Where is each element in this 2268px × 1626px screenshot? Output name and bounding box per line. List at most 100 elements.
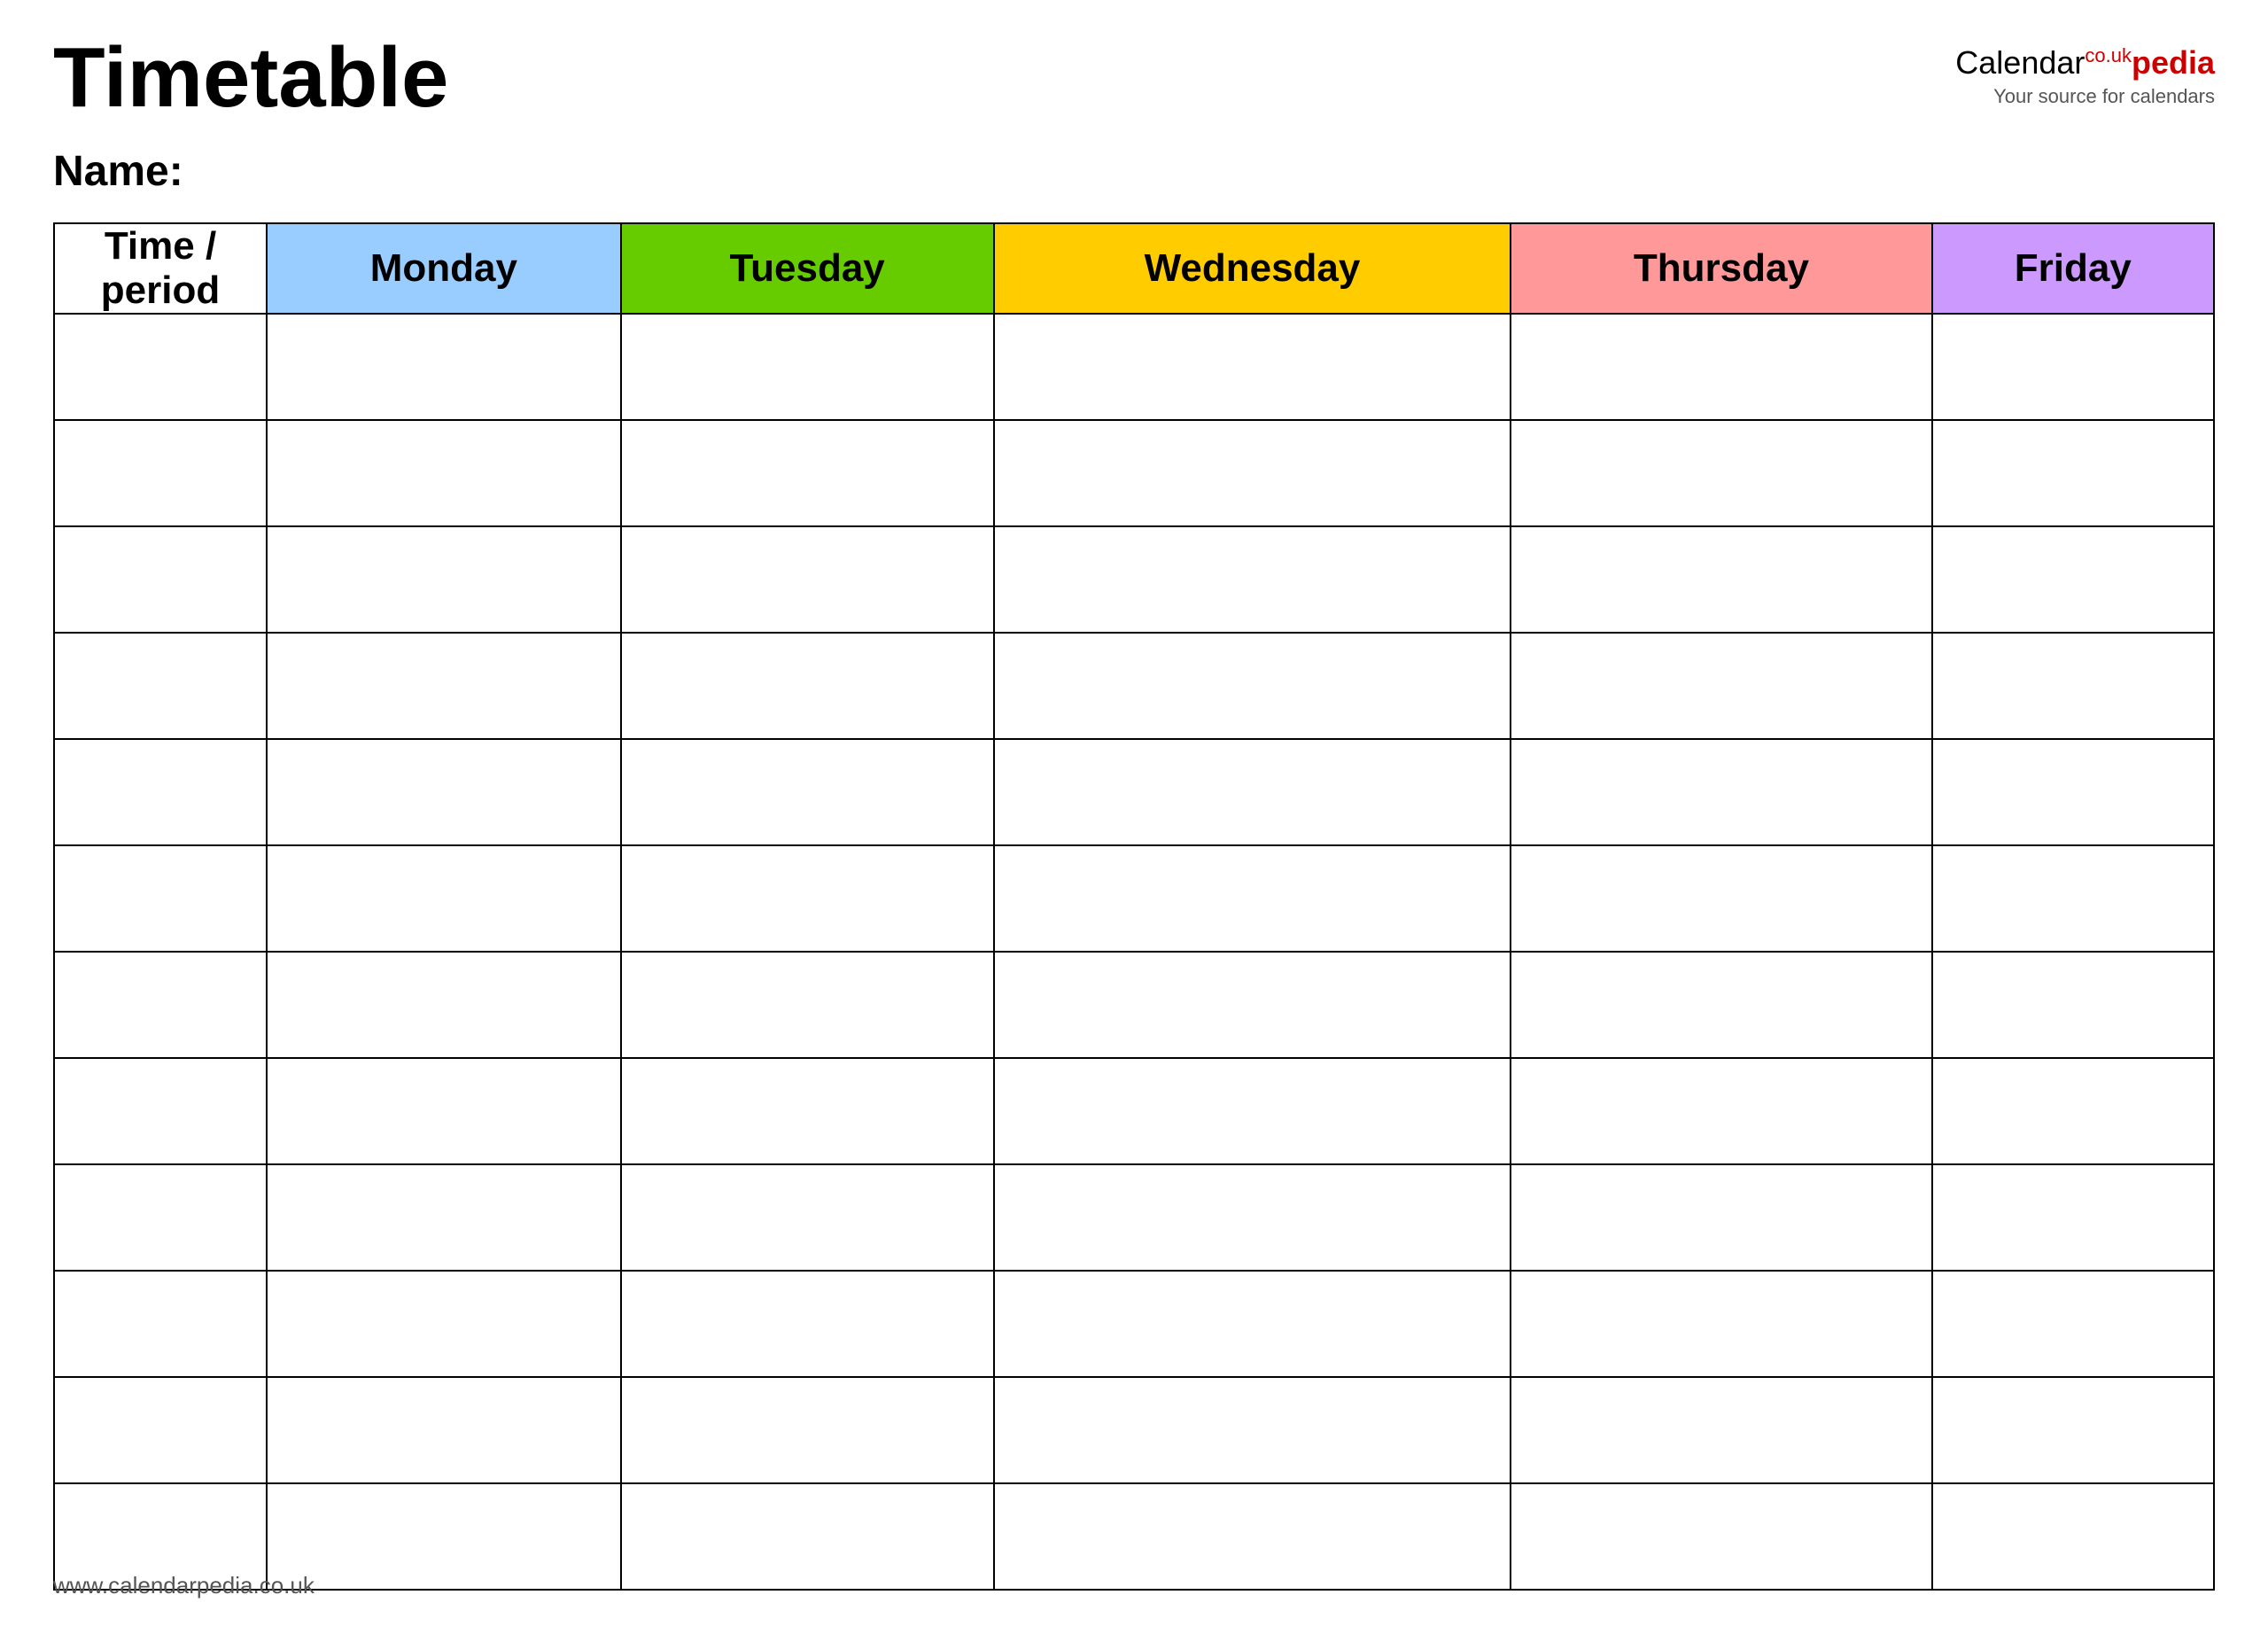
logo-co-uk: co.uk: [2085, 44, 2132, 66]
cell-col-time[interactable]: [54, 633, 267, 739]
col-header-monday: Monday: [267, 223, 621, 314]
cell-col-wednesday[interactable]: [994, 845, 1511, 952]
cell-col-wednesday[interactable]: [994, 314, 1511, 420]
cell-col-time[interactable]: [54, 845, 267, 952]
cell-col-thursday[interactable]: [1511, 845, 1931, 952]
cell-col-monday[interactable]: [267, 952, 621, 1058]
table-row: [54, 1058, 2214, 1164]
cell-col-thursday[interactable]: [1511, 314, 1931, 420]
table-row: [54, 952, 2214, 1058]
header-row: Time / period Monday Tuesday Wednesday T…: [54, 223, 2214, 314]
cell-col-tuesday[interactable]: [621, 845, 994, 952]
cell-col-wednesday[interactable]: [994, 1377, 1511, 1483]
cell-col-monday[interactable]: [267, 1483, 621, 1590]
cell-col-time[interactable]: [54, 420, 267, 526]
cell-col-friday[interactable]: [1932, 526, 2214, 633]
col-header-friday: Friday: [1932, 223, 2214, 314]
cell-col-monday[interactable]: [267, 739, 621, 845]
cell-col-friday[interactable]: [1932, 1377, 2214, 1483]
table-row: [54, 845, 2214, 952]
cell-col-monday[interactable]: [267, 314, 621, 420]
cell-col-time[interactable]: [54, 1058, 267, 1164]
cell-col-time[interactable]: [54, 952, 267, 1058]
logo-area: Calendarco.ukpedia Your source for calen…: [1955, 35, 2215, 108]
cell-col-friday[interactable]: [1932, 739, 2214, 845]
cell-col-wednesday[interactable]: [994, 526, 1511, 633]
cell-col-thursday[interactable]: [1511, 1377, 1931, 1483]
logo-calendar: Calendar: [1955, 44, 2085, 81]
cell-col-tuesday[interactable]: [621, 526, 994, 633]
page-title: Timetable: [53, 35, 448, 121]
cell-col-friday[interactable]: [1932, 952, 2214, 1058]
col-header-time: Time / period: [54, 223, 267, 314]
cell-col-tuesday[interactable]: [621, 1271, 994, 1377]
cell-col-time[interactable]: [54, 1164, 267, 1271]
table-row: [54, 1483, 2214, 1590]
cell-col-monday[interactable]: [267, 1058, 621, 1164]
cell-col-tuesday[interactable]: [621, 1483, 994, 1590]
table-row: [54, 314, 2214, 420]
cell-col-tuesday[interactable]: [621, 420, 994, 526]
cell-col-wednesday[interactable]: [994, 633, 1511, 739]
table-row: [54, 1271, 2214, 1377]
col-header-thursday: Thursday: [1511, 223, 1931, 314]
cell-col-monday[interactable]: [267, 526, 621, 633]
cell-col-friday[interactable]: [1932, 633, 2214, 739]
cell-col-friday[interactable]: [1932, 314, 2214, 420]
cell-col-wednesday[interactable]: [994, 1058, 1511, 1164]
timetable: Time / period Monday Tuesday Wednesday T…: [53, 222, 2215, 1591]
cell-col-tuesday[interactable]: [621, 1164, 994, 1271]
cell-col-wednesday[interactable]: [994, 739, 1511, 845]
cell-col-time[interactable]: [54, 526, 267, 633]
cell-col-time[interactable]: [54, 1377, 267, 1483]
cell-col-monday[interactable]: [267, 1271, 621, 1377]
table-row: [54, 1164, 2214, 1271]
cell-col-wednesday[interactable]: [994, 420, 1511, 526]
table-row: [54, 739, 2214, 845]
col-header-wednesday: Wednesday: [994, 223, 1511, 314]
cell-col-tuesday[interactable]: [621, 739, 994, 845]
cell-col-thursday[interactable]: [1511, 1058, 1931, 1164]
timetable-body: [54, 314, 2214, 1590]
cell-col-tuesday[interactable]: [621, 1377, 994, 1483]
cell-col-thursday[interactable]: [1511, 526, 1931, 633]
cell-col-thursday[interactable]: [1511, 1164, 1931, 1271]
cell-col-monday[interactable]: [267, 845, 621, 952]
col-header-tuesday: Tuesday: [621, 223, 994, 314]
cell-col-monday[interactable]: [267, 420, 621, 526]
cell-col-friday[interactable]: [1932, 420, 2214, 526]
cell-col-monday[interactable]: [267, 1164, 621, 1271]
cell-col-time[interactable]: [54, 739, 267, 845]
cell-col-thursday[interactable]: [1511, 1271, 1931, 1377]
cell-col-time[interactable]: [54, 314, 267, 420]
cell-col-wednesday[interactable]: [994, 1483, 1511, 1590]
cell-col-friday[interactable]: [1932, 845, 2214, 952]
cell-col-time[interactable]: [54, 1271, 267, 1377]
cell-col-thursday[interactable]: [1511, 739, 1931, 845]
cell-col-monday[interactable]: [267, 633, 621, 739]
cell-col-tuesday[interactable]: [621, 633, 994, 739]
table-row: [54, 1377, 2214, 1483]
table-row: [54, 420, 2214, 526]
logo-text: Calendarco.ukpedia: [1955, 44, 2215, 82]
cell-col-thursday[interactable]: [1511, 952, 1931, 1058]
cell-col-wednesday[interactable]: [994, 1164, 1511, 1271]
cell-col-wednesday[interactable]: [994, 952, 1511, 1058]
header: Timetable Calendarco.ukpedia Your source…: [53, 35, 2215, 121]
cell-col-friday[interactable]: [1932, 1058, 2214, 1164]
cell-col-thursday[interactable]: [1511, 633, 1931, 739]
cell-col-tuesday[interactable]: [621, 1058, 994, 1164]
table-row: [54, 633, 2214, 739]
cell-col-friday[interactable]: [1932, 1483, 2214, 1590]
cell-col-thursday[interactable]: [1511, 1483, 1931, 1590]
cell-col-friday[interactable]: [1932, 1271, 2214, 1377]
cell-col-monday[interactable]: [267, 1377, 621, 1483]
cell-col-wednesday[interactable]: [994, 1271, 1511, 1377]
cell-col-thursday[interactable]: [1511, 420, 1931, 526]
cell-col-friday[interactable]: [1932, 1164, 2214, 1271]
cell-col-tuesday[interactable]: [621, 952, 994, 1058]
cell-col-tuesday[interactable]: [621, 314, 994, 420]
logo-subtitle: Your source for calendars: [1993, 85, 2215, 108]
logo-pedia: pedia: [2132, 44, 2215, 81]
name-label: Name:: [53, 147, 2215, 196]
